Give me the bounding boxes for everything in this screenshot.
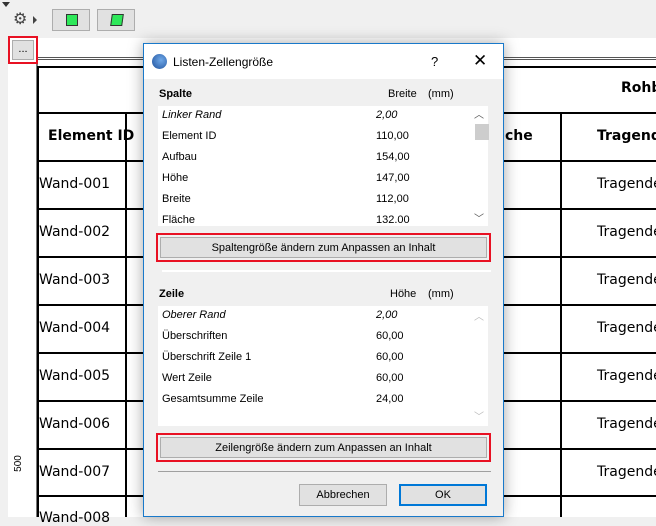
column-section-label: Spalte — [159, 88, 193, 100]
collapse-arrow-icon[interactable] — [2, 2, 10, 7]
scroll-down-icon[interactable]: ﹀ — [474, 210, 484, 225]
dialog-title: Listen-Zellengröße — [173, 55, 274, 69]
app-logo-icon — [152, 54, 167, 69]
item-name: Breite — [162, 193, 191, 205]
ruler-label-500: 500 — [12, 455, 24, 472]
item-name: Gesamtsumme Zeile — [162, 393, 264, 405]
square-select-icon — [66, 14, 78, 26]
list-item[interactable]: Breite 112,00 — [162, 193, 488, 213]
scrollbar-thumb[interactable] — [475, 124, 489, 140]
header-flaeche: che — [505, 128, 533, 144]
column-fit-highlight: Spaltengröße ändern zum Anpassen an Inha… — [156, 233, 491, 262]
list-item[interactable]: Linker Rand 2,00 — [162, 109, 488, 129]
gear-icon: ⚙ — [13, 11, 28, 28]
scroll-up-icon: ︿ — [474, 312, 484, 323]
divider — [158, 471, 491, 472]
item-value: 154,00 — [376, 151, 410, 163]
item-value: 132.00 — [376, 214, 410, 226]
item-name: Linker Rand — [162, 109, 222, 121]
item-name: Fläche — [162, 214, 196, 226]
scroll-up-icon[interactable]: ︿ — [474, 106, 484, 121]
item-name: Wert Zeile — [162, 372, 212, 384]
table-row-value: Tragende — [597, 464, 656, 480]
item-value: 110,00 — [376, 130, 409, 142]
cube-select-icon — [110, 14, 124, 26]
row-section-label: Zeile — [159, 288, 185, 300]
table-row-value: Tragende — [597, 320, 656, 336]
table-row-id: Wand-005 — [39, 368, 111, 384]
item-value: 2,00 — [376, 309, 398, 321]
list-item[interactable]: Oberer Rand 2,00 — [162, 309, 488, 329]
list-item[interactable]: Überschrift Zeile 1 60,00 — [162, 351, 488, 371]
help-button[interactable]: ? — [431, 54, 438, 69]
table-row-value: Tragende — [597, 176, 656, 192]
select-3d-button[interactable] — [97, 9, 135, 31]
ok-button[interactable]: OK — [399, 484, 487, 506]
item-name: Höhe — [162, 172, 189, 184]
item-name: Aufbau — [162, 151, 197, 163]
item-value: 147,00 — [376, 172, 410, 184]
table-row-id: Wand-008 — [39, 510, 111, 526]
row-fit-highlight: Zeilengröße ändern zum Anpassen an Inhal… — [156, 433, 491, 462]
header-element-id: Element ID — [48, 128, 135, 144]
row-fit-button[interactable]: Zeilengröße ändern zum Anpassen an Inhal… — [160, 437, 487, 458]
item-name: Überschriften — [162, 330, 228, 342]
item-value: 112,00 — [376, 193, 409, 205]
row-unit: (mm) — [428, 288, 454, 300]
close-icon[interactable]: ✕ — [473, 51, 487, 71]
item-name: Überschrift Zeile 1 — [162, 351, 252, 363]
row-value-header: Höhe — [390, 288, 417, 300]
list-item[interactable]: Aufbau 154,00 — [162, 151, 488, 171]
table-row-value: Tragende — [597, 368, 656, 384]
column-fit-button[interactable]: Spaltengröße ändern zum Anpassen an Inha… — [160, 237, 487, 258]
table-row-value: Tragende — [597, 416, 656, 432]
list-item[interactable]: Überschriften 60,00 — [162, 330, 488, 350]
item-value: 60,00 — [376, 330, 404, 342]
cell-size-dialog: Listen-Zellengröße ? ✕ Spalte Breite (mm… — [143, 43, 504, 517]
table-row-id: Wand-003 — [39, 272, 111, 288]
row-size-list[interactable]: Oberer Rand 2,00 Überschriften 60,00 Übe… — [158, 306, 488, 426]
scroll-down-icon: ﹀ — [474, 412, 484, 423]
more-options-button[interactable]: ... — [12, 40, 34, 60]
dialog-titlebar: Listen-Zellengröße ? ✕ — [144, 44, 503, 79]
table-row-value: Tragende — [597, 272, 656, 288]
item-value: 60,00 — [376, 351, 404, 363]
table-row-id: Wand-002 — [39, 224, 111, 240]
more-options-highlight: ... — [8, 36, 38, 64]
item-value: 24,00 — [376, 393, 404, 405]
header-group: Rohba — [621, 80, 656, 96]
list-item[interactable]: Gesamtsumme Zeile 24,00 — [162, 393, 488, 413]
item-value: 60,00 — [376, 372, 404, 384]
list-item[interactable]: Element ID 110,00 — [162, 130, 488, 150]
item-value: 2,00 — [376, 109, 398, 121]
list-item[interactable]: Fläche 132.00 — [162, 214, 488, 234]
cancel-button[interactable]: Abbrechen — [299, 484, 387, 506]
item-name: Oberer Rand — [162, 309, 226, 321]
column-size-list[interactable]: Linker Rand 2,00 Element ID 110,00 Aufba… — [158, 106, 488, 226]
dropdown-arrow-icon — [33, 16, 37, 24]
list-item[interactable]: Höhe 147,00 — [162, 172, 488, 192]
column-unit: (mm) — [428, 88, 454, 100]
header-tragende: Tragende — [597, 128, 656, 144]
table-row-id: Wand-006 — [39, 416, 111, 432]
item-name: Element ID — [162, 130, 217, 142]
column-value-header: Breite — [388, 88, 417, 100]
table-row-id: Wand-007 — [39, 464, 111, 480]
select-cell-button[interactable] — [52, 9, 90, 31]
table-row-id: Wand-001 — [39, 176, 111, 192]
list-item[interactable]: Wert Zeile 60,00 — [162, 372, 488, 392]
table-row-value: Tragende — [597, 224, 656, 240]
table-row-id: Wand-004 — [39, 320, 111, 336]
settings-button[interactable]: ⚙ — [12, 9, 39, 31]
